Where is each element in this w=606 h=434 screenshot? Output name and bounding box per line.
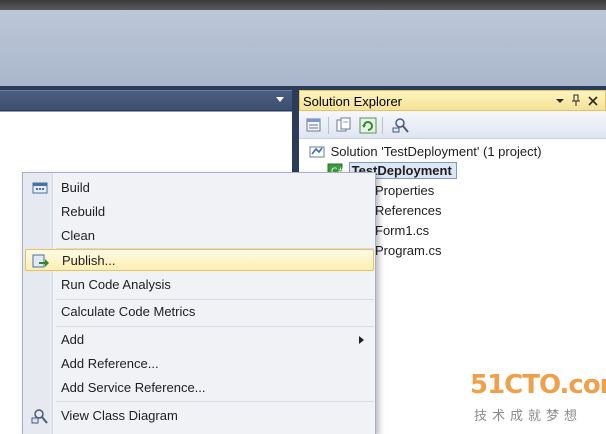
menu-item-label: Calculate Code Metrics	[61, 304, 196, 319]
solution-icon	[309, 146, 325, 158]
menu-item-add-service-reference[interactable]: Add Service Reference...	[25, 377, 374, 399]
toolbar-separator	[382, 117, 383, 134]
tree-item-label: Program.cs	[375, 243, 442, 258]
menu-item-label: Add	[61, 332, 85, 347]
solution-explorer-title: Solution Explorer	[303, 94, 402, 109]
tree-item-references[interactable]: References	[375, 202, 441, 220]
tree-item-solution[interactable]: Solution 'TestDeployment' (1 project)	[309, 143, 542, 161]
menu-item-publish[interactable]: Publish...	[25, 249, 374, 271]
menu-item-rebuild[interactable]: Rebuild	[25, 201, 374, 223]
solution-explorer-title-bar[interactable]: Solution Explorer	[299, 90, 606, 111]
solution-explorer-toolbar	[299, 111, 606, 139]
menu-item-add[interactable]: Add	[25, 329, 374, 351]
watermark-logo: 51CTO.com	[470, 370, 606, 400]
show-all-files-icon[interactable]	[335, 117, 353, 134]
menu-item-calculate-code-metrics[interactable]: Calculate Code Metrics	[25, 301, 374, 323]
menu-item-run-code-analysis[interactable]: Run Code Analysis	[25, 274, 374, 296]
project-context-menu: Build Rebuild Clean Publish... Run Code …	[22, 172, 376, 434]
menu-item-add-reference[interactable]: Add Reference...	[25, 353, 374, 375]
editor-tab-strip	[0, 90, 292, 110]
editor-dropdown-icon[interactable]	[276, 97, 284, 102]
solution-label: Solution 'TestDeployment' (1 project)	[330, 144, 542, 159]
menu-item-view-class-diagram[interactable]: View Class Diagram	[25, 405, 374, 427]
refresh-icon[interactable]	[359, 117, 377, 134]
window-position-dropdown-icon[interactable]	[553, 93, 567, 108]
menu-item-label: Clean	[61, 228, 95, 243]
menu-item-label: View Class Diagram	[61, 408, 178, 423]
close-icon[interactable]	[586, 93, 600, 108]
tree-item-label: Properties	[375, 183, 435, 198]
publish-icon	[32, 253, 50, 269]
toolbar-separator	[328, 117, 329, 134]
tree-item-label: Form1.cs	[375, 223, 430, 238]
menu-item-label: Run Code Analysis	[61, 277, 171, 292]
ide-toolbar-area	[0, 10, 606, 86]
menu-item-label: Add Reference...	[61, 356, 159, 371]
menu-separator	[56, 326, 374, 327]
pin-icon[interactable]	[569, 93, 583, 108]
tree-item-form1[interactable]: Form1.cs	[375, 222, 429, 240]
tree-item-label: References	[375, 203, 442, 218]
menu-separator	[56, 299, 374, 300]
build-icon	[31, 180, 49, 196]
menu-item-label: Rebuild	[61, 204, 106, 219]
menu-item-label: Publish...	[62, 253, 116, 268]
properties-icon[interactable]	[305, 117, 323, 134]
menu-item-label: Build	[61, 180, 90, 195]
menu-item-clean[interactable]: Clean	[25, 225, 374, 247]
window-top-strip	[0, 0, 606, 10]
menu-item-label: Add Service Reference...	[61, 380, 206, 395]
watermark-subtitle: 技术成就梦想	[474, 409, 583, 424]
class-diagram-icon	[31, 408, 49, 424]
menu-item-build[interactable]: Build	[25, 177, 374, 199]
menu-separator	[56, 401, 374, 402]
tree-item-program[interactable]: Program.cs	[375, 242, 441, 260]
tree-item-properties[interactable]: Properties	[375, 182, 434, 200]
submenu-arrow-icon	[359, 336, 364, 344]
view-class-diagram-icon[interactable]	[392, 117, 410, 134]
